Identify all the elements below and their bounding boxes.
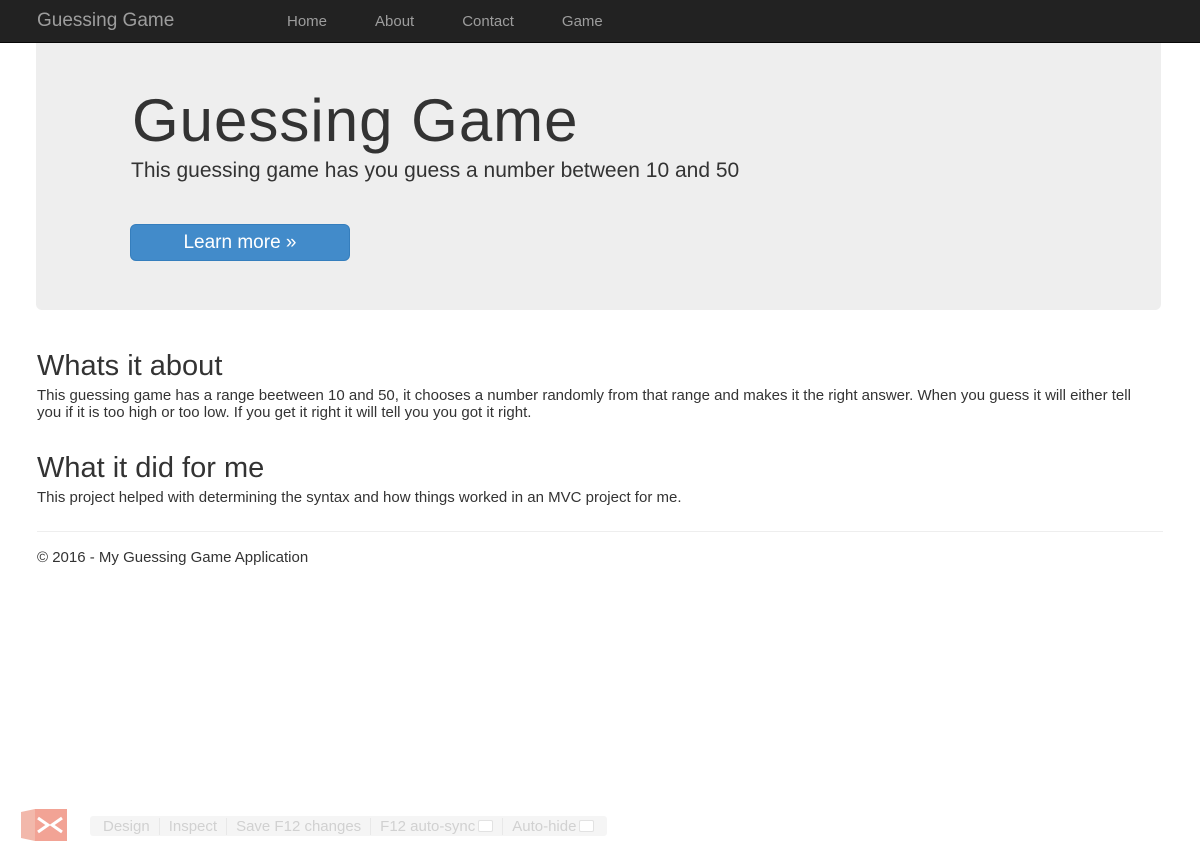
design-button[interactable]: Design bbox=[94, 817, 160, 835]
footer-divider bbox=[37, 531, 1163, 532]
jumbotron: Guessing Game This guessing game has you… bbox=[36, 43, 1161, 310]
auto-hide-toggle[interactable]: Auto-hide bbox=[503, 818, 603, 835]
visual-studio-logo-icon[interactable] bbox=[18, 808, 70, 842]
navbar: Guessing Game Home About Contact Game bbox=[0, 0, 1200, 43]
impact-paragraph: This project helped with determining the… bbox=[37, 489, 682, 506]
nav-link-game[interactable]: Game bbox=[562, 13, 603, 30]
auto-hide-label: Auto-hide bbox=[512, 817, 577, 835]
footer-copyright: © 2016 - My Guessing Game Application bbox=[37, 549, 309, 566]
jumbotron-title: Guessing Game bbox=[132, 87, 579, 154]
nav-links: Home About Contact Game bbox=[287, 13, 651, 30]
nav-link-contact[interactable]: Contact bbox=[462, 13, 514, 30]
save-f12-changes-button[interactable]: Save F12 changes bbox=[227, 817, 372, 835]
auto-hide-checkbox[interactable] bbox=[579, 820, 595, 832]
about-paragraph: This guessing game has a range beetween … bbox=[37, 387, 1131, 421]
f12-auto-sync-toggle[interactable]: F12 auto-sync bbox=[371, 817, 504, 835]
about-heading: Whats it about bbox=[37, 350, 223, 382]
nav-link-about[interactable]: About bbox=[375, 13, 414, 30]
jumbotron-lead: This guessing game has you guess a numbe… bbox=[131, 159, 740, 182]
brand-link[interactable]: Guessing Game bbox=[37, 10, 174, 32]
inspect-button[interactable]: Inspect bbox=[160, 817, 228, 835]
browser-link-toolbar: Design Inspect Save F12 changes F12 auto… bbox=[90, 816, 608, 836]
nav-link-home[interactable]: Home bbox=[287, 13, 327, 30]
impact-heading: What it did for me bbox=[37, 452, 265, 484]
f12-auto-sync-checkbox[interactable] bbox=[478, 820, 494, 832]
f12-auto-sync-label: F12 auto-sync bbox=[380, 817, 476, 835]
learn-more-button[interactable]: Learn more » bbox=[130, 224, 350, 261]
